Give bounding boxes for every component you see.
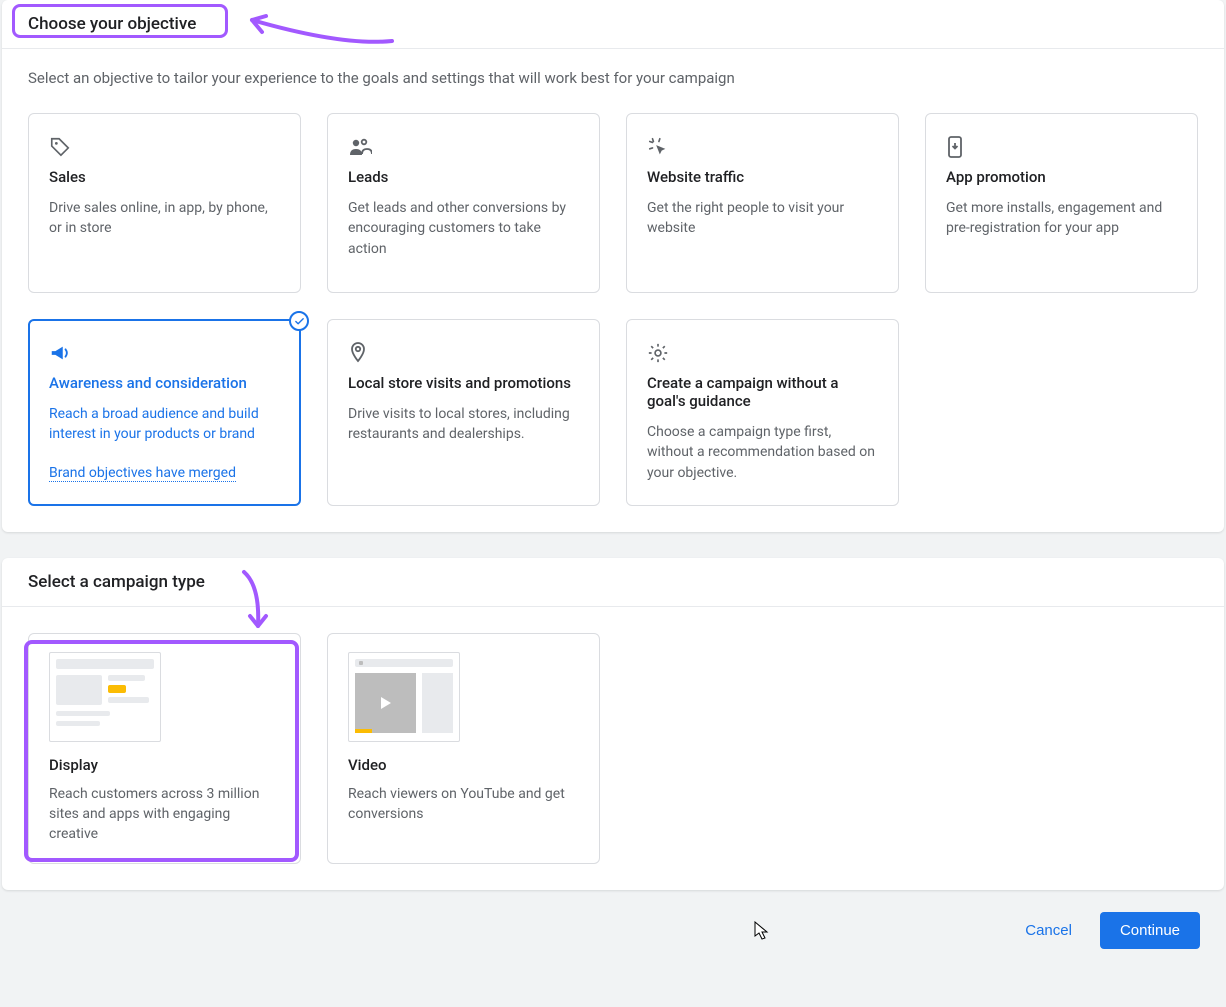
- phone-install-icon: [946, 132, 1177, 162]
- objective-grid: Sales Drive sales online, in app, by pho…: [2, 87, 1224, 532]
- campaign-type-header: Select a campaign type: [2, 558, 1224, 607]
- tag-icon: [49, 132, 280, 162]
- campaign-type-desc: Reach customers across 3 million sites a…: [49, 784, 280, 845]
- objective-desc: Drive sales online, in app, by phone, or…: [49, 198, 280, 239]
- objective-desc: Get more installs, engagement and pre-re…: [946, 198, 1177, 239]
- objective-card-awareness[interactable]: Awareness and consideration Reach a broa…: [28, 319, 301, 506]
- objective-card-local[interactable]: Local store visits and promotions Drive …: [327, 319, 600, 506]
- objective-title: Website traffic: [647, 168, 878, 186]
- objective-card-website-traffic[interactable]: Website traffic Get the right people to …: [626, 113, 899, 293]
- campaign-type-title: Display: [49, 756, 280, 774]
- continue-button[interactable]: Continue: [1100, 912, 1200, 949]
- check-circle-icon: [289, 311, 309, 331]
- gear-icon: [647, 338, 878, 368]
- people-icon: [348, 132, 579, 162]
- mouse-cursor-icon: [754, 921, 770, 941]
- objective-card-app-promotion[interactable]: App promotion Get more installs, engagem…: [925, 113, 1198, 293]
- objective-title: Sales: [49, 168, 280, 186]
- objective-card-leads[interactable]: Leads Get leads and other conversions by…: [327, 113, 600, 293]
- campaign-type-grid: Display Reach customers across 3 million…: [2, 607, 1224, 890]
- objective-title: Create a campaign without a goal's guida…: [647, 374, 878, 410]
- objective-desc: Choose a campaign type first, without a …: [647, 422, 878, 483]
- objective-card-no-guidance[interactable]: Create a campaign without a goal's guida…: [626, 319, 899, 506]
- objective-title: Local store visits and promotions: [348, 374, 579, 392]
- objective-header: Choose your objective: [2, 0, 1224, 49]
- campaign-type-card-video[interactable]: Video Reach viewers on YouTube and get c…: [327, 633, 600, 864]
- objective-title: Leads: [348, 168, 579, 186]
- objective-title: App promotion: [946, 168, 1177, 186]
- objective-desc: Get the right people to visit your websi…: [647, 198, 878, 239]
- video-thumbnail-icon: [348, 652, 460, 742]
- campaign-type-title: Video: [348, 756, 579, 774]
- play-icon: [381, 697, 391, 709]
- campaign-type-panel: Select a campaign type: [2, 558, 1224, 890]
- objective-desc: Reach a broad audience and build interes…: [49, 404, 280, 445]
- location-pin-icon: [348, 338, 579, 368]
- objective-panel: Choose your objective Select an objectiv…: [2, 0, 1224, 532]
- campaign-type-desc: Reach viewers on YouTube and get convers…: [348, 784, 579, 825]
- objective-subhead: Select an objective to tailor your exper…: [2, 49, 1224, 87]
- objective-desc: Get leads and other conversions by encou…: [348, 198, 579, 259]
- footer-actions: Cancel Continue: [0, 890, 1226, 971]
- brand-objectives-merged-link[interactable]: Brand objectives have merged: [49, 465, 236, 482]
- megaphone-icon: [49, 338, 280, 368]
- objective-title: Awareness and consideration: [49, 374, 280, 392]
- display-thumbnail-icon: [49, 652, 161, 742]
- cancel-button[interactable]: Cancel: [1015, 914, 1082, 947]
- campaign-type-card-display[interactable]: Display Reach customers across 3 million…: [28, 633, 301, 864]
- objective-card-sales[interactable]: Sales Drive sales online, in app, by pho…: [28, 113, 301, 293]
- cursor-click-icon: [647, 132, 878, 162]
- objective-desc: Drive visits to local stores, including …: [348, 404, 579, 445]
